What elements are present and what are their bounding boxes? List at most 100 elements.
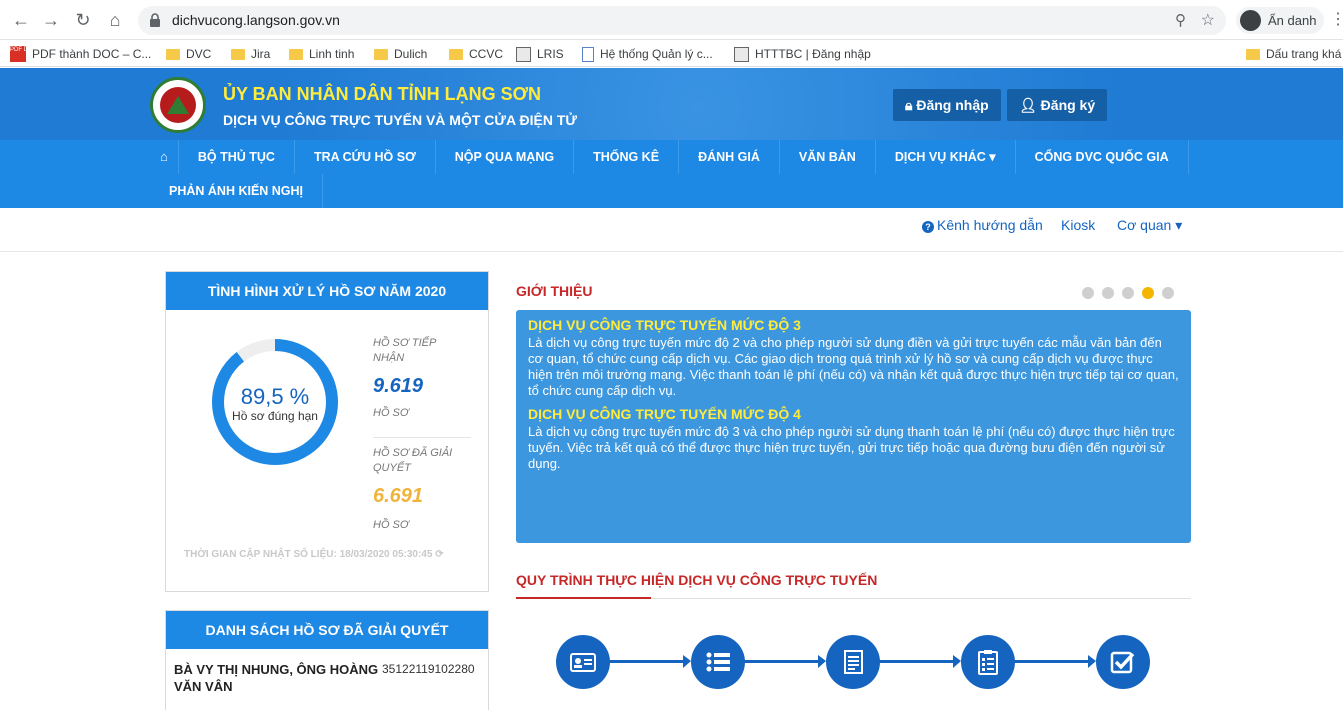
- browser-toolbar: ← → ↻ ⌂ dichvucong.langson.gov.vn ⚲ ☆ Ẩn…: [0, 0, 1343, 40]
- folder-icon: [289, 48, 303, 60]
- step-5[interactable]: [1096, 635, 1150, 689]
- province-logo[interactable]: [150, 77, 206, 133]
- register-button[interactable]: 👤︎ Đăng ký: [1007, 89, 1108, 121]
- refresh-icon[interactable]: ⟳: [435, 549, 443, 560]
- slider-dot[interactable]: [1082, 287, 1094, 299]
- form-icon: [844, 650, 863, 674]
- step-4[interactable]: [961, 635, 1015, 689]
- bookmark-label: Dulich: [394, 47, 428, 61]
- level4-text: Là dịch vụ công trực tuyến mức độ 3 và c…: [528, 424, 1175, 471]
- received-value: 9.619: [373, 375, 424, 397]
- menu-icon[interactable]: ⋮: [1330, 9, 1343, 29]
- bookmark-label: HTTTBC | Đăng nhập: [755, 47, 871, 61]
- lock-icon: 🔒︎: [905, 97, 917, 113]
- nav-item[interactable]: CỔNG DVC QUỐC GIA: [1016, 140, 1189, 174]
- bookmarks-bar: PDF DOC PDF thành DOC – C... DVC Jira Lin…: [0, 40, 1343, 67]
- nav-item[interactable]: BỘ THỦ TỤC: [179, 140, 295, 174]
- nav-item[interactable]: NỘP QUA MẠNG: [436, 140, 575, 174]
- intro-title: GIỚI THIỆU: [516, 283, 593, 299]
- bookmark-item[interactable]: Dulich: [374, 45, 427, 63]
- slider-dot[interactable]: [1102, 287, 1114, 299]
- step-3[interactable]: [826, 635, 880, 689]
- image-icon: [734, 46, 749, 62]
- incognito-icon: [1240, 10, 1261, 31]
- dossier-code: 35122119102280: [382, 662, 475, 676]
- image-icon: [516, 46, 531, 62]
- bookmark-item[interactable]: Linh tinh: [289, 45, 354, 63]
- address-bar[interactable]: dichvucong.langson.gov.vn ⚲ ☆: [138, 6, 1226, 35]
- profile-button[interactable]: Ẩn danh: [1236, 7, 1324, 34]
- checkbox-icon: [1110, 651, 1135, 674]
- received-unit: HỒ SƠ: [373, 407, 409, 419]
- document-icon: [582, 46, 594, 62]
- back-icon[interactable]: ←: [10, 9, 32, 31]
- nav-item[interactable]: TRA CỨU HỒ SƠ: [295, 140, 436, 174]
- caret-down-icon: ▾: [989, 150, 996, 164]
- on-time-percent: 89,5 %: [240, 384, 310, 409]
- bookmark-item[interactable]: Dấu trang khá: [1246, 45, 1341, 63]
- on-time-caption: Hồ sơ đúng hạn: [232, 409, 318, 423]
- intro-slide: DỊCH VỤ CÔNG TRỰC TUYẾN MỨC ĐỘ 3 Là dịch…: [516, 310, 1191, 543]
- list-icon: [706, 652, 730, 672]
- pdf-icon: PDF DOC: [10, 46, 37, 62]
- nav-row-2: PHẢN ÁNH KIẾN NGHỊ: [150, 174, 324, 208]
- nav-item[interactable]: THỐNG KÊ: [574, 140, 680, 174]
- bookmark-label: PDF thành DOC – C...: [32, 47, 152, 61]
- folder-icon: [449, 48, 463, 60]
- user-plus-icon: 👤︎: [1019, 97, 1041, 113]
- bookmark-item[interactable]: Jira: [231, 45, 270, 63]
- bookmark-label: Linh tinh: [309, 47, 355, 61]
- nav-item[interactable]: ĐÁNH GIÁ: [679, 140, 780, 174]
- folder-icon: [231, 48, 245, 60]
- slider-dot[interactable]: [1162, 287, 1174, 299]
- update-time-text: THỜI GIAN CẬP NHẬT SỐ LIỆU: 18/03/2020 0…: [184, 549, 433, 560]
- level4-heading: DỊCH VỤ CÔNG TRỰC TUYẾN MỨC ĐỘ 4: [528, 406, 801, 422]
- arrow-icon: [1014, 655, 1096, 668]
- solved-value: 6.691: [373, 485, 424, 507]
- nav-item[interactable]: PHẢN ÁNH KIẾN NGHỊ: [150, 174, 324, 208]
- resolved-list-title: DANH SÁCH HỒ SƠ ĐÃ GIẢI QUYẾT: [166, 611, 488, 649]
- kiosk-link[interactable]: Kiosk: [1061, 217, 1095, 233]
- nav-item[interactable]: VĂN BẢN: [780, 140, 876, 174]
- login-label: Đăng nhập: [916, 97, 989, 113]
- main-nav: ⌂ BỘ THỦ TỤC TRA CỨU HỒ SƠ NỘP QUA MẠNG …: [0, 140, 1343, 208]
- applicant-name: BÀ VY THỊ NHUNG, ÔNG HOÀNG VĂN VÂN: [174, 662, 379, 694]
- arrow-icon: [744, 655, 826, 668]
- guide-link[interactable]: ? Kênh hướng dẫn: [922, 217, 1043, 233]
- slider-dot[interactable]: [1122, 287, 1134, 299]
- bookmark-item[interactable]: HTTTBC | Đăng nhập: [734, 45, 871, 63]
- folder-icon: [1246, 48, 1260, 60]
- step-2[interactable]: [691, 635, 745, 689]
- step-1[interactable]: [556, 635, 610, 689]
- site-title: ỦY BAN NHÂN DÂN TỈNH LẠNG SƠN: [223, 84, 542, 104]
- resolved-list-panel: DANH SÁCH HỒ SƠ ĐÃ GIẢI QUYẾT BÀ VY THỊ …: [165, 610, 489, 710]
- nav-item-dropdown[interactable]: DỊCH VỤ KHÁC ▾: [876, 140, 1016, 174]
- site-header: ỦY BAN NHÂN DÂN TỈNH LẠNG SƠN DỊCH VỤ CÔ…: [0, 68, 1343, 140]
- slider-dots: [1082, 287, 1174, 299]
- site-subtitle: DỊCH VỤ CÔNG TRỰC TUYẾN VÀ MỘT CỬA ĐIỆN …: [223, 112, 577, 128]
- guide-label: Kênh hướng dẫn: [937, 217, 1043, 233]
- reload-icon[interactable]: ↻: [72, 9, 94, 31]
- home-icon[interactable]: ⌂: [150, 140, 179, 174]
- zoom-icon[interactable]: ⚲: [1175, 11, 1186, 29]
- bookmark-item[interactable]: CCVC: [449, 45, 503, 63]
- update-time: THỜI GIAN CẬP NHẬT SỐ LIỆU: 18/03/2020 0…: [184, 549, 444, 560]
- bookmark-label: Hệ thống Quản lý c...: [600, 47, 713, 61]
- question-icon: ?: [922, 221, 934, 233]
- slider-dot-active[interactable]: [1142, 287, 1154, 299]
- url-text[interactable]: dichvucong.langson.gov.vn: [172, 12, 340, 28]
- login-button[interactable]: 🔒︎ Đăng nhập: [893, 89, 1001, 121]
- agency-dropdown[interactable]: Cơ quan ▾: [1117, 217, 1182, 234]
- bookmark-item[interactable]: PDF DOC PDF thành DOC – C...: [10, 45, 151, 63]
- bookmark-item[interactable]: DVC: [166, 45, 211, 63]
- bookmark-item[interactable]: LRIS: [516, 45, 564, 63]
- home-icon[interactable]: ⌂: [104, 9, 126, 31]
- caret-down-icon: ▾: [1175, 217, 1183, 233]
- arrow-icon: [879, 655, 961, 668]
- bookmark-label: Jira: [251, 47, 271, 61]
- bookmark-star-icon[interactable]: ☆: [1201, 10, 1215, 30]
- forward-icon[interactable]: →: [40, 9, 62, 31]
- level3-text: Là dịch vụ công trực tuyến mức độ 2 và c…: [528, 335, 1179, 398]
- title-underline: [516, 597, 651, 599]
- bookmark-item[interactable]: Hệ thống Quản lý c...: [582, 45, 713, 63]
